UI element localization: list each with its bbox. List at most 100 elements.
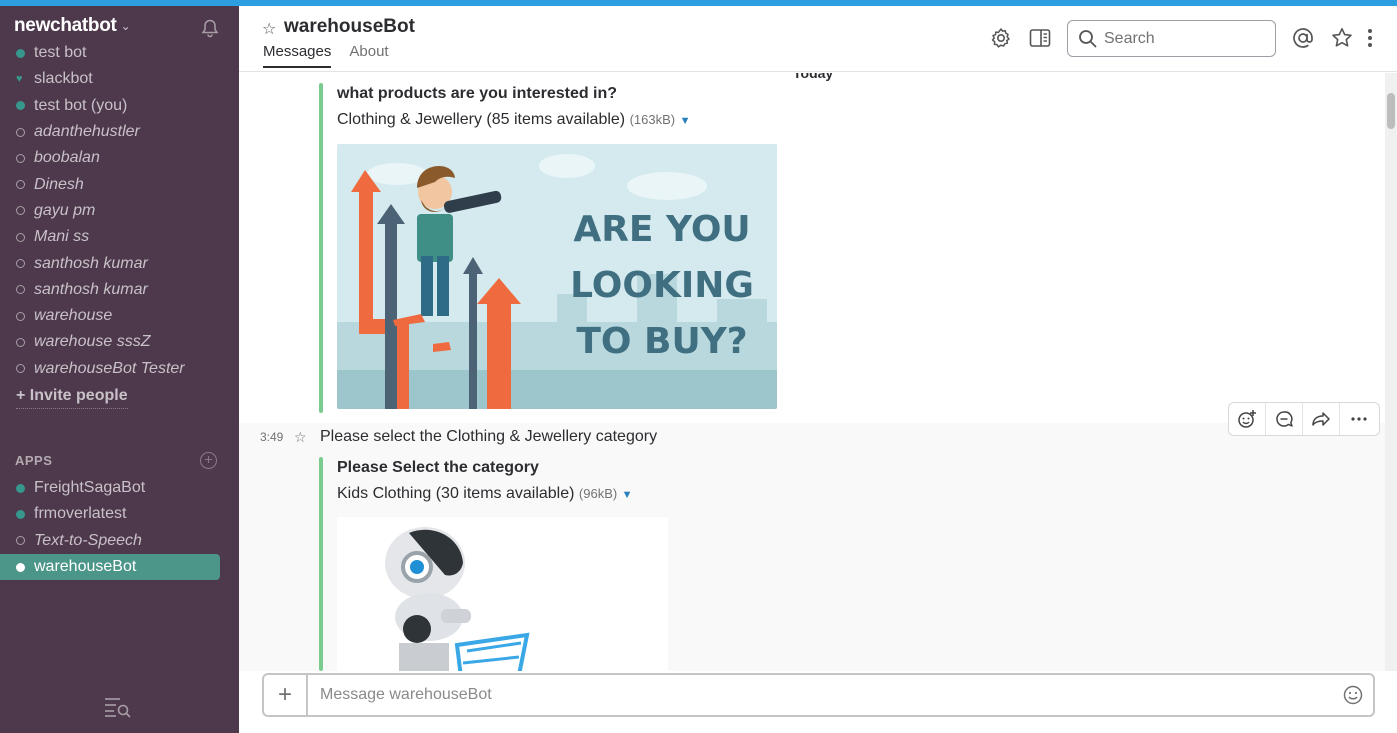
attachment-file[interactable]: Clothing & Jewellery (85 items available… <box>337 111 690 129</box>
dm-item[interactable]: gayu pm <box>0 198 239 224</box>
reply-thread-button[interactable] <box>1266 403 1303 435</box>
star-icon[interactable]: ☆ <box>262 19 276 39</box>
away-status-icon <box>16 536 25 546</box>
image-headline: ARE YOU LOOKING TO BUY? <box>552 202 772 370</box>
image-headline-line: LOOKING <box>570 265 754 306</box>
app-item-active[interactable]: warehouseBot <box>0 553 220 581</box>
file-size: (163kB) <box>629 112 676 127</box>
dm-item[interactable]: Mani ss <box>0 224 239 250</box>
scrollbar[interactable] <box>1385 73 1397 671</box>
dm-item[interactable]: warehouse <box>0 303 239 329</box>
message-input[interactable] <box>308 686 1333 704</box>
quick-switcher-icon[interactable] <box>104 696 132 718</box>
team-name: newchatbot <box>14 15 117 36</box>
app-item[interactable]: Text-to-Speech <box>0 528 239 554</box>
attachment-file[interactable]: Kids Clothing (30 items available) (96kB… <box>337 485 633 503</box>
dm-label: santhosh kumar <box>34 254 148 272</box>
app-label: warehouseBot <box>34 558 137 576</box>
dm-item[interactable]: adanthehustler <box>0 119 239 145</box>
message-composer: + <box>262 673 1375 717</box>
app-label: Text-to-Speech <box>34 531 142 549</box>
more-actions-button[interactable] <box>1340 403 1377 435</box>
more-horizontal-icon <box>1350 417 1367 421</box>
dm-item[interactable]: test bot <box>0 40 239 66</box>
away-status-icon <box>16 180 25 190</box>
app-item[interactable]: FreightSagaBot <box>0 475 239 501</box>
online-status-icon <box>16 483 25 493</box>
dm-item[interactable]: Dinesh <box>0 171 239 197</box>
star-icon[interactable]: ☆ <box>294 429 307 446</box>
caret-down-icon[interactable]: ▼ <box>622 489 633 501</box>
away-status-icon <box>16 364 25 374</box>
heart-icon: ♥ <box>16 72 23 85</box>
message-timestamp[interactable]: 3:49 <box>260 430 283 444</box>
message-list: Today what products are you interested i… <box>239 73 1385 671</box>
dm-item[interactable]: warehouseBot Tester <box>0 356 239 382</box>
away-status-icon <box>16 232 25 242</box>
direct-messages-list: test bot ♥ slackbot test bot (you) adanth… <box>0 40 239 382</box>
tab-about[interactable]: About <box>349 43 388 68</box>
dm-item[interactable]: test bot (you) <box>0 93 239 119</box>
dm-label: gayu pm <box>34 201 96 219</box>
add-reaction-button[interactable] <box>1229 403 1266 435</box>
dm-label: warehouseBot Tester <box>34 359 185 377</box>
away-status-icon <box>16 311 25 321</box>
add-reaction-icon <box>1238 410 1256 428</box>
online-status-icon <box>16 101 25 111</box>
attach-file-button[interactable]: + <box>264 675 308 715</box>
dm-label: warehouse sssZ <box>34 333 151 351</box>
away-status-icon <box>16 127 25 137</box>
day-divider: Today <box>779 73 848 81</box>
away-status-icon <box>16 259 25 269</box>
bell-icon[interactable] <box>200 18 220 38</box>
search-box[interactable] <box>1067 20 1276 57</box>
attachment-title: what products are you interested in? <box>337 85 618 102</box>
dm-label: Dinesh <box>34 175 84 193</box>
tab-messages[interactable]: Messages <box>263 43 332 68</box>
apps-header[interactable]: APPS <box>15 453 52 468</box>
sidebar: newchatbot ⌄ test bot ♥ slackbot test bot… <box>0 6 239 733</box>
add-app-icon[interactable]: + <box>200 452 217 469</box>
dm-item[interactable]: santhosh kumar <box>0 250 239 276</box>
dm-label: slackbot <box>34 70 93 88</box>
message-text: Please select the Clothing & Jewellery c… <box>320 428 658 445</box>
app-label: frmoverlatest <box>34 505 127 523</box>
dm-item[interactable]: santhosh kumar <box>0 277 239 303</box>
robot-shopping-cart-illustration <box>337 517 668 671</box>
away-status-icon <box>16 206 25 216</box>
dm-item[interactable]: warehouse sssZ <box>0 329 239 355</box>
image-headline-line: TO BUY? <box>576 321 748 362</box>
channel-tabs: Messages About <box>263 43 389 68</box>
more-vertical-icon[interactable] <box>1363 26 1377 50</box>
image-headline-line: ARE YOU <box>573 209 751 250</box>
dm-label: test bot <box>34 44 87 62</box>
invite-people-link[interactable]: + Invite people <box>16 387 128 409</box>
search-icon <box>1079 29 1097 48</box>
scrollbar-thumb[interactable] <box>1387 93 1395 129</box>
away-status-icon <box>16 153 25 163</box>
team-menu[interactable]: newchatbot ⌄ <box>14 15 131 37</box>
gear-icon[interactable] <box>989 26 1013 50</box>
attachment-image[interactable] <box>337 517 668 671</box>
attachment-title: Please Select the category <box>337 459 539 476</box>
online-status-icon <box>16 509 25 519</box>
starred-items-icon[interactable] <box>1330 26 1354 50</box>
caret-down-icon[interactable]: ▼ <box>680 115 691 127</box>
dm-label: test bot (you) <box>34 96 128 114</box>
share-arrow-icon <box>1312 412 1330 426</box>
details-pane-icon[interactable] <box>1028 26 1052 50</box>
attachment-bar <box>319 83 323 413</box>
app-item[interactable]: frmoverlatest <box>0 501 239 527</box>
attachment-image[interactable]: ARE YOU LOOKING TO BUY? <box>337 144 777 409</box>
chevron-down-icon: ⌄ <box>120 19 131 33</box>
attachment-bar <box>319 457 323 671</box>
emoji-button[interactable] <box>1333 685 1373 705</box>
mentions-icon[interactable] <box>1291 26 1315 50</box>
search-input[interactable] <box>1104 29 1264 48</box>
comment-icon <box>1276 411 1293 427</box>
dm-item[interactable]: boobalan <box>0 145 239 171</box>
share-message-button[interactable] <box>1303 403 1340 435</box>
channel-header: ☆ warehouseBot Messages About <box>239 6 1397 72</box>
dm-label: warehouse <box>34 307 113 325</box>
dm-item[interactable]: ♥ slackbot <box>0 66 239 92</box>
